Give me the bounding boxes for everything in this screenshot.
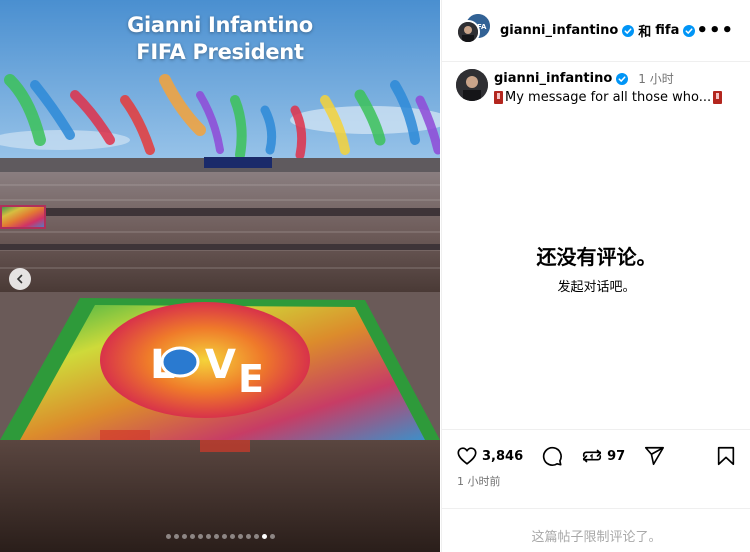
photo-title-line2: FIFA President	[136, 40, 304, 64]
post-caption: gianni_infantino 1 小时 My message for all…	[456, 66, 746, 105]
carousel-dot[interactable]	[173, 534, 179, 539]
post-timestamp: 1 小时前	[457, 475, 501, 488]
photo-title-line1: Gianni Infantino	[127, 13, 313, 37]
caption-username[interactable]: gianni_infantino	[494, 71, 612, 86]
svg-text:V: V	[205, 342, 236, 388]
carousel-dot[interactable]	[213, 534, 219, 539]
comment-bubble-icon	[543, 446, 563, 466]
carousel-dot[interactable]	[253, 534, 259, 539]
user-avatar	[456, 19, 480, 44]
post-photo[interactable]: L V E Gianni Infantino FIFA President	[0, 0, 440, 552]
heart-icon	[457, 447, 477, 465]
carousel-dot[interactable]	[197, 534, 203, 539]
header-connector: 和	[638, 25, 652, 40]
carousel-dot[interactable]	[237, 534, 243, 539]
bookmark-icon	[717, 446, 735, 466]
coauthor-avatars[interactable]: FIFA	[456, 13, 490, 48]
carousel-dot[interactable]	[221, 534, 227, 539]
exclamation-emoji-icon	[713, 91, 723, 104]
no-comments-subtitle: 发起对话吧。	[557, 280, 636, 295]
carousel-dot[interactable]	[205, 534, 211, 539]
header-names: gianni_infantino 和 fifa	[500, 21, 696, 40]
caption-text: My message for all those who...	[505, 90, 712, 105]
header-username[interactable]: gianni_infantino	[500, 23, 618, 38]
comment-button[interactable]	[541, 445, 563, 467]
carousel-dot[interactable]	[181, 534, 187, 539]
stadium-image: L V E	[0, 0, 440, 552]
carousel-dot[interactable]	[165, 534, 171, 539]
no-comments-title: 还没有评论。	[536, 245, 657, 269]
caption-text-row: My message for all those who...	[494, 90, 723, 105]
carousel-dot[interactable]	[261, 534, 267, 539]
repost-count: 97	[607, 448, 626, 464]
caption-time: 1 小时	[638, 72, 674, 86]
post-header: FIFA gianni_infantino 和 fifa •••	[442, 0, 750, 62]
verified-badge-icon	[683, 24, 696, 37]
share-button[interactable]	[643, 445, 665, 467]
chevron-left-icon	[16, 274, 23, 284]
post-side-panel: FIFA gianni_infantino 和 fifa ••• gianni_…	[441, 0, 750, 552]
save-button[interactable]	[715, 445, 737, 467]
like-count: 3,846	[482, 448, 524, 464]
carousel-dot[interactable]	[245, 534, 251, 539]
send-paper-plane-icon	[645, 446, 665, 466]
carousel-dot[interactable]	[269, 534, 275, 539]
comments-restricted-notice: 这篇帖子限制评论了。	[442, 508, 750, 552]
caption-avatar[interactable]	[456, 69, 488, 101]
carousel-dot[interactable]	[189, 534, 195, 539]
exclamation-emoji-icon	[494, 91, 503, 104]
verified-badge-icon	[622, 24, 635, 37]
carousel-dot[interactable]	[229, 534, 235, 539]
repost-icon	[583, 449, 602, 463]
verified-badge-icon	[616, 72, 629, 85]
like-button[interactable]: 3,846	[456, 445, 523, 467]
more-options-button[interactable]: •••	[696, 20, 734, 41]
previous-image-button[interactable]	[9, 268, 31, 290]
header-coauthor[interactable]: fifa	[655, 23, 679, 38]
svg-text:E: E	[238, 357, 264, 401]
carousel-dots	[0, 534, 440, 539]
post-actions: 3,846 97 1 小时前	[442, 429, 750, 509]
repost-button[interactable]: 97	[581, 445, 625, 467]
